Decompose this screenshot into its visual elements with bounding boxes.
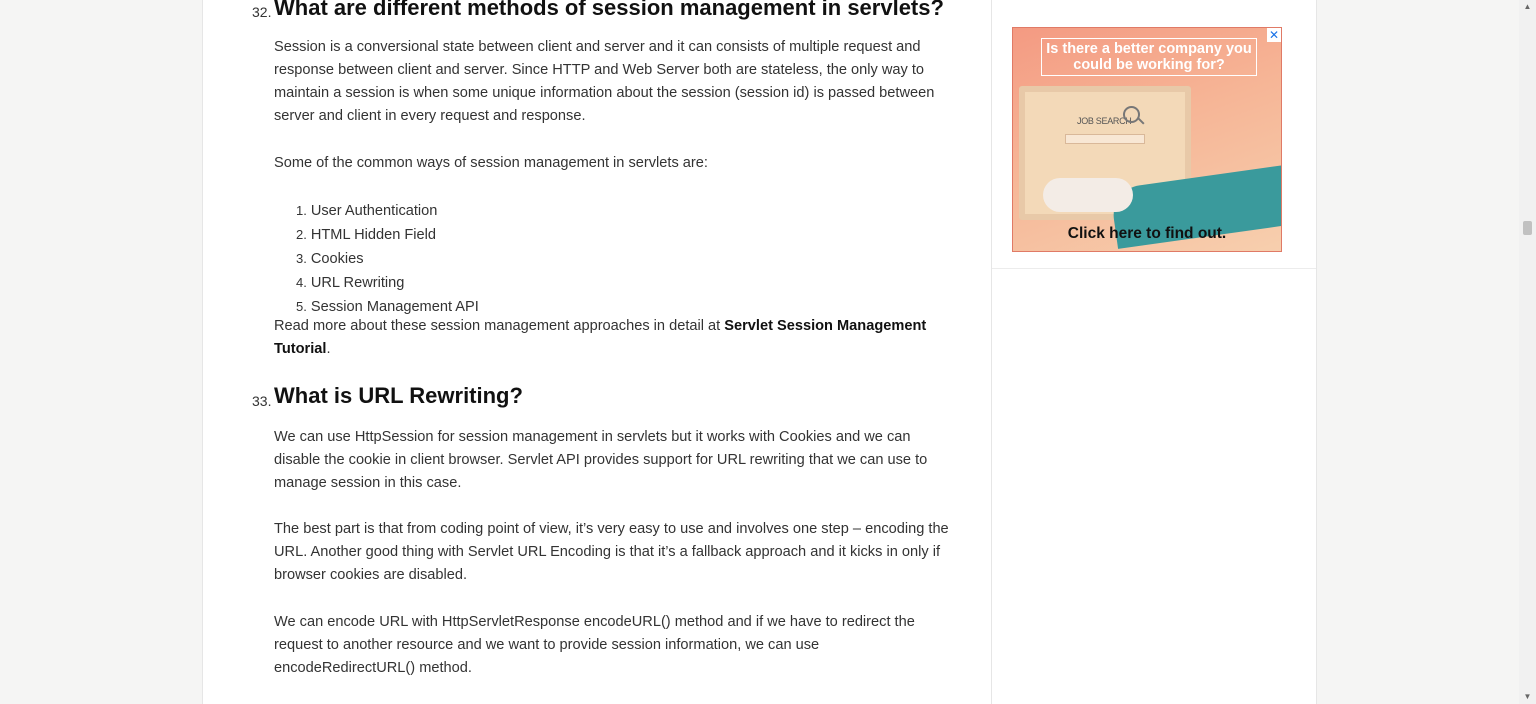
paragraph: We can use HttpSession for session manag… [274, 429, 928, 491]
question-number: 33. [252, 393, 272, 409]
list-item: 3. Cookies [296, 251, 364, 267]
scrollbar[interactable]: ▲ ▼ [1519, 0, 1536, 704]
list-item: 1. User Authentication [296, 203, 438, 219]
paragraph: The best part is that from coding point … [274, 521, 949, 583]
list-item: 2. HTML Hidden Field [296, 227, 437, 243]
paragraph: Session is a conversional state between … [274, 39, 935, 124]
hand-illustration [1043, 178, 1133, 212]
scrollbar-thumb[interactable] [1523, 221, 1532, 235]
magnifier-icon [1123, 106, 1140, 123]
list-item: 4. URL Rewriting [296, 275, 405, 291]
paragraph: We can encode URL with HttpServletRespon… [274, 614, 915, 676]
search-bar-illustration [1065, 134, 1145, 144]
question-title: What is URL Rewriting? [274, 383, 523, 408]
ad-cta[interactable]: Click here to find out. [1013, 225, 1281, 243]
sidebar-divider [992, 268, 1316, 269]
ad-headline: Is there a better company you could be w… [1041, 38, 1257, 76]
scroll-down-arrow-icon[interactable]: ▼ [1519, 690, 1536, 704]
session-methods-list: 1. User Authentication 2. HTML Hidden Fiel… [296, 199, 479, 319]
paragraph: Some of the common ways of session manag… [274, 155, 708, 171]
question-number: 32. [252, 4, 272, 20]
advertisement-banner[interactable]: JOB SEARCH Is there a better company you… [1012, 27, 1282, 252]
scroll-up-arrow-icon[interactable]: ▲ [1519, 0, 1536, 14]
read-more-paragraph: Read more about these session management… [274, 318, 927, 357]
question-title: What are different methods of session ma… [274, 0, 944, 20]
close-icon[interactable]: ✕ [1267, 28, 1281, 42]
